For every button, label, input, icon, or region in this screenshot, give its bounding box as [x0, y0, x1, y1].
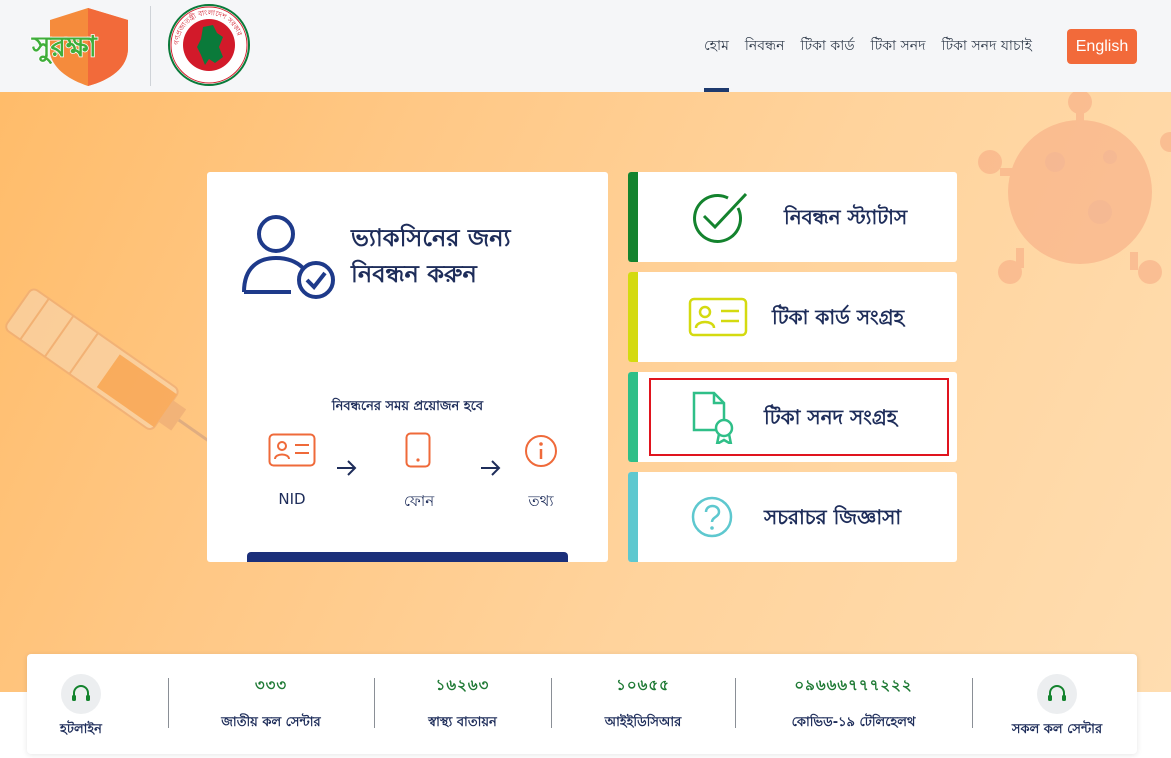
hotline-number: ১০৬৫৫ — [616, 676, 670, 694]
register-title: ভ্যাকসিনের জন্য নিবন্ধন করুন — [351, 220, 581, 292]
nav-home[interactable]: হোম — [704, 0, 729, 92]
check-circle-icon — [693, 192, 748, 243]
user-check-icon — [242, 215, 335, 299]
hotline-number: ০৯৬৬৬৭৭৭২২২ — [794, 676, 913, 694]
hotline-number: ১৬২৬৩ — [435, 676, 490, 694]
nav-certificate-verify[interactable]: টিকা সনদ যাচাই — [942, 0, 1032, 92]
tile-label: সচরাচর জিজ্ঞাসা — [764, 505, 902, 529]
register-title-line2: নিবন্ধন করুন — [351, 260, 477, 288]
hotline-item[interactable]: ৩৩৩ জাতীয় কল সেন্টার — [168, 654, 374, 754]
nid-card-icon — [268, 433, 316, 467]
language-toggle-button[interactable]: English — [1067, 29, 1137, 64]
arrow-right-icon — [481, 460, 501, 476]
hotline-name: জাতীয় কল সেন্টার — [221, 715, 321, 730]
requirement-info: তথ্য — [528, 492, 554, 510]
phone-icon — [405, 432, 431, 468]
tile-registration-status[interactable]: নিবন্ধন স্ট্যাটাস — [628, 172, 957, 262]
tile-accent — [628, 472, 638, 562]
info-icon — [525, 435, 557, 467]
register-button[interactable] — [247, 552, 568, 562]
arrow-right-icon — [337, 460, 357, 476]
tile-accent — [628, 372, 638, 462]
hotline-item[interactable]: ১০৬৫৫ আইইডিসিআর — [551, 654, 735, 754]
tile-label: টিকা কার্ড সংগ্রহ — [772, 305, 905, 329]
nav-registration[interactable]: নিবন্ধন — [745, 0, 785, 92]
hotline-name: স্বাস্থ্য বাতায়ন — [428, 715, 497, 730]
all-call-centers-label: সকল কল সেন্টার — [1011, 722, 1103, 737]
site-header: সুরক্ষা গণপ্রজাতন্ত্রী বাংলাদেশ সরকার হো… — [0, 0, 1171, 92]
hotline-item[interactable]: ০৯৬৬৬৭৭৭২২২ কোভিড-১৯ টেলিহেলথ — [735, 654, 972, 754]
tile-accent — [628, 172, 638, 262]
nav-vaccine-certificate[interactable]: টিকা সনদ — [871, 0, 926, 92]
main-nav: হোম নিবন্ধন টিকা কার্ড টিকা সনদ টিকা সনদ… — [704, 0, 1048, 92]
hotline-item[interactable]: ১৬২৬৩ স্বাস্থ্য বাতায়ন — [374, 654, 551, 754]
register-card[interactable]: ভ্যাকসিনের জন্য নিবন্ধন করুন নিবন্ধনের স… — [207, 172, 608, 562]
nav-vaccine-card[interactable]: টিকা কার্ড — [800, 0, 854, 92]
requirements-label: নিবন্ধনের সময় প্রয়োজন হবে — [331, 399, 484, 414]
hotline-name: কোভিড-১৯ টেলিহেলথ — [791, 715, 916, 730]
id-card-icon — [688, 297, 748, 337]
hotline-bar: হটলাইন ৩৩৩ জাতীয় কল সেন্টার ১৬২৬৩ স্বাস… — [27, 654, 1137, 754]
hotline-number: ৩৩৩ — [254, 676, 288, 694]
all-call-centers[interactable]: সকল কল সেন্টার — [1002, 654, 1112, 754]
selection-highlight — [649, 378, 949, 456]
government-seal-logo[interactable]: গণপ্রজাতন্ত্রী বাংলাদেশ সরকার — [167, 3, 251, 87]
svg-text:সুরক্ষা: সুরক্ষা — [31, 30, 98, 64]
register-title-line1: ভ্যাকসিনের জন্য — [351, 224, 511, 252]
surokkha-logo[interactable]: সুরক্ষা — [30, 6, 134, 86]
hotline-label: হটলাইন — [60, 722, 102, 737]
tile-accent — [628, 272, 638, 362]
tile-faq[interactable]: সচরাচর জিজ্ঞাসা — [628, 472, 957, 562]
question-circle-icon — [691, 496, 733, 538]
hotline-name: আইইডিসিআর — [604, 715, 682, 730]
requirement-nid: NID — [278, 490, 306, 508]
hotline-left[interactable]: হটলাইন — [41, 654, 121, 754]
virus-decoration-icon — [978, 92, 1171, 284]
headset-icon — [61, 674, 101, 714]
divider — [972, 678, 973, 728]
tile-label: নিবন্ধন স্ট্যাটাস — [784, 205, 908, 229]
logo-divider — [150, 6, 151, 86]
headset-icon — [1037, 674, 1077, 714]
tile-vaccine-card[interactable]: টিকা কার্ড সংগ্রহ — [628, 272, 957, 362]
requirement-phone: ফোন — [403, 492, 435, 510]
